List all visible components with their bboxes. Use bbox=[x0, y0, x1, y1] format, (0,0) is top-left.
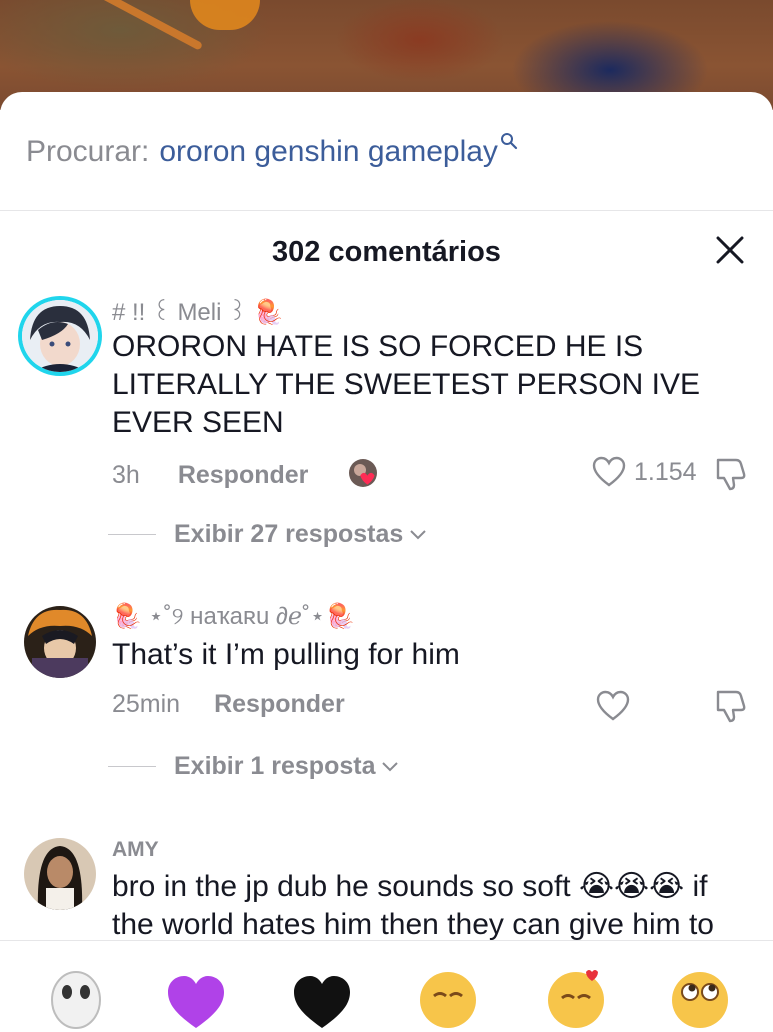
purple-heart-emoji[interactable] bbox=[166, 972, 226, 1032]
avatar-image bbox=[24, 606, 96, 678]
avatar[interactable] bbox=[18, 296, 102, 376]
creator-liked-badge bbox=[348, 458, 382, 492]
reply-button[interactable]: Responder bbox=[214, 690, 345, 719]
view-replies-button[interactable]: Exibir 27 respostas bbox=[108, 520, 427, 549]
video-staff-shape bbox=[66, 0, 204, 51]
search-term-link[interactable]: ororon genshin gameplay bbox=[159, 135, 498, 169]
comment-meta: 25min Responder bbox=[112, 690, 345, 719]
rolling-eyes-emoji[interactable] bbox=[670, 968, 730, 1028]
video-flame-shape bbox=[190, 0, 260, 30]
search-icon bbox=[500, 133, 518, 150]
comment-time: 3h bbox=[112, 460, 140, 489]
comment-username[interactable]: AMY bbox=[112, 838, 159, 862]
heart-icon[interactable] bbox=[592, 456, 626, 488]
dislike-icon[interactable] bbox=[712, 456, 748, 492]
comment-username[interactable]: # !! ꒰ Meli ꒱ 🪼 bbox=[112, 294, 283, 327]
avatar[interactable] bbox=[24, 606, 96, 678]
view-replies-label: Exibir 1 resposta bbox=[174, 752, 376, 780]
heart-icon[interactable] bbox=[596, 690, 630, 722]
chevron-down-icon bbox=[410, 529, 427, 539]
view-replies-button[interactable]: Exibir 1 resposta bbox=[108, 752, 399, 781]
creator-avatar-icon bbox=[349, 459, 378, 487]
avatar-image bbox=[24, 838, 96, 910]
comment-text: bro in the jp dub he sounds so soft 😭😭😭 … bbox=[112, 870, 714, 940]
dislike-icon[interactable] bbox=[712, 688, 748, 724]
comment-username[interactable]: 🪼 ⋆˚୨ ʜaҡaʀu ∂ℯ˚⋆🪼 bbox=[112, 602, 355, 631]
divider-line bbox=[108, 534, 156, 535]
hearts-face-emoji[interactable] bbox=[546, 968, 606, 1028]
search-prefix: Procurar: bbox=[26, 135, 150, 168]
ghost-emoji[interactable] bbox=[46, 970, 106, 1030]
like-count: 1.154 bbox=[634, 457, 697, 486]
divider bbox=[0, 210, 773, 211]
comment-text: ORORON HATE IS SO FORCED HE IS LITERALLY… bbox=[112, 330, 700, 439]
black-heart-emoji[interactable] bbox=[292, 972, 352, 1032]
avatar[interactable] bbox=[24, 838, 96, 910]
divider bbox=[0, 940, 773, 941]
comments-count-title: 302 comentários bbox=[272, 236, 501, 268]
reply-button[interactable]: Responder bbox=[178, 461, 309, 490]
chevron-down-icon bbox=[382, 761, 399, 771]
comment-meta: 3h Responder bbox=[112, 458, 382, 492]
divider-line bbox=[108, 766, 156, 767]
relieved-emoji[interactable] bbox=[418, 968, 478, 1028]
emoji-quick-bar bbox=[0, 958, 773, 1029]
view-replies-label: Exibir 27 respostas bbox=[174, 520, 404, 548]
like-group: 1.154 bbox=[592, 456, 697, 488]
search-suggestion[interactable]: Procurar: ororon genshin gameplay bbox=[26, 132, 518, 172]
close-icon[interactable] bbox=[712, 232, 748, 268]
avatar-image bbox=[22, 300, 98, 372]
comment-text: That’s it I’m pulling for him bbox=[112, 638, 460, 671]
comment-time: 25min bbox=[112, 690, 181, 718]
